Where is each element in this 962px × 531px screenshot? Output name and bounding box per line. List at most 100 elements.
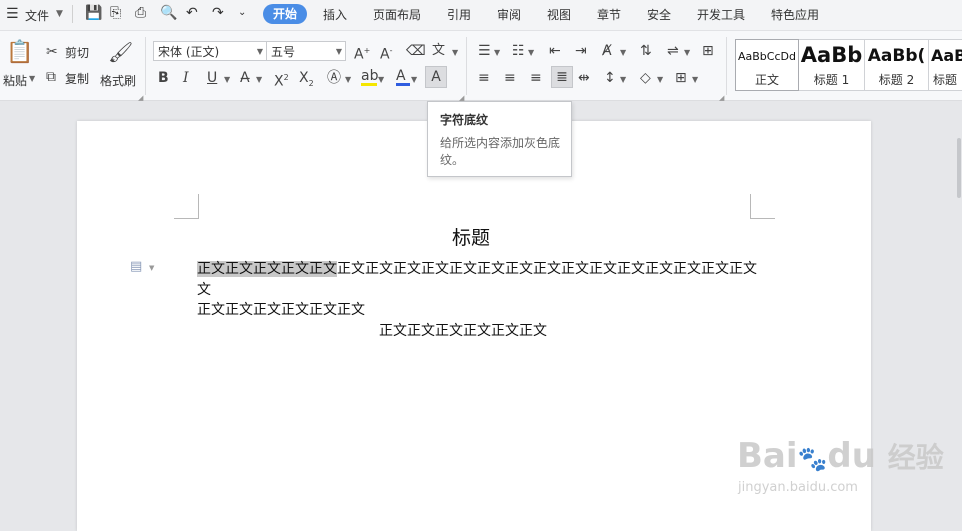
table-layout-icon[interactable]: ⊞ bbox=[702, 43, 714, 59]
distributed-align-icon[interactable]: ⇹ bbox=[578, 70, 590, 86]
align-right-icon[interactable]: ≡ bbox=[530, 70, 542, 86]
bold-icon[interactable]: B bbox=[158, 70, 169, 86]
style-heading-2[interactable]: AaBb( 标题 2 bbox=[865, 39, 929, 91]
sort-icon[interactable]: ⇅ bbox=[640, 43, 652, 59]
bullet-list-icon[interactable]: ☰ bbox=[478, 43, 491, 59]
font-color-chevron-icon[interactable]: ▼ bbox=[411, 72, 417, 88]
paste-icon[interactable]: 📋 bbox=[6, 41, 33, 65]
paragraph-layout-icon[interactable]: ▤ bbox=[130, 259, 142, 275]
hamburger-menu-icon[interactable]: ☰ bbox=[6, 6, 19, 22]
file-menu[interactable]: 文件 bbox=[25, 7, 49, 24]
export-icon[interactable]: ⎘ bbox=[110, 5, 121, 21]
ribbon: 📋 粘贴 ▼ ✂ 剪切 ⧉ 复制 🖌 格式刷 宋体 (正文) ▼ 五号 ▼ A+… bbox=[0, 31, 962, 102]
copy-icon[interactable]: ⧉ bbox=[46, 69, 56, 85]
paragraph-group-launcher-icon[interactable]: ◢ bbox=[719, 90, 724, 106]
clipboard-group-launcher-icon[interactable]: ◢ bbox=[138, 90, 143, 106]
font-color-icon[interactable]: A bbox=[396, 68, 406, 84]
style-normal-preview: AaBbCcDd bbox=[738, 50, 796, 63]
grow-font-icon[interactable]: A+ bbox=[354, 43, 370, 63]
strikethrough-chevron-icon[interactable]: ▼ bbox=[256, 72, 262, 88]
tab-insert[interactable]: 插入 bbox=[323, 6, 347, 23]
paragraph-3[interactable]: 正文正文正文正文正文正文 bbox=[379, 321, 547, 341]
tab-special-apps[interactable]: 特色应用 bbox=[771, 6, 819, 23]
show-hide-marks-icon[interactable]: ⇌ bbox=[667, 43, 679, 59]
margin-corner-top-left bbox=[174, 194, 199, 219]
shading-fill-chevron-icon[interactable]: ▼ bbox=[657, 72, 663, 88]
tab-review[interactable]: 审阅 bbox=[497, 6, 521, 23]
font-size-select[interactable]: 五号 ▼ bbox=[266, 41, 346, 61]
tab-chapter[interactable]: 章节 bbox=[597, 6, 621, 23]
text-effects-chevron-icon[interactable]: ▼ bbox=[345, 72, 351, 88]
superscript-icon[interactable]: X2 bbox=[274, 70, 289, 90]
numbered-list-icon[interactable]: ☷ bbox=[512, 43, 525, 59]
font-name-select[interactable]: 宋体 (正文) ▼ bbox=[153, 41, 267, 61]
vertical-scrollbar[interactable] bbox=[957, 138, 961, 198]
highlight-chevron-icon[interactable]: ▼ bbox=[378, 72, 384, 88]
font-color-bar bbox=[396, 83, 410, 86]
tooltip-title: 字符底纹 bbox=[440, 113, 489, 127]
style-title[interactable]: AaB 标题 bbox=[929, 39, 962, 91]
print-preview-icon[interactable]: 🔍 bbox=[160, 5, 177, 21]
align-center-icon[interactable]: ≡ bbox=[504, 70, 516, 86]
text-effects-icon[interactable]: Ⓐ bbox=[327, 70, 341, 86]
tab-page-layout[interactable]: 页面布局 bbox=[373, 6, 421, 23]
tab-developer-tools[interactable]: 开发工具 bbox=[697, 6, 745, 23]
tab-view[interactable]: 视图 bbox=[547, 6, 571, 23]
paragraph-layout-chevron-icon[interactable]: ▼ bbox=[149, 260, 154, 276]
tab-home[interactable]: 开始 bbox=[263, 4, 308, 24]
shading-fill-icon[interactable]: ◇ bbox=[640, 70, 651, 86]
copy-button[interactable]: 复制 bbox=[65, 70, 89, 87]
file-menu-chevron-icon[interactable]: ▼ bbox=[56, 9, 63, 19]
underline-chevron-icon[interactable]: ▼ bbox=[224, 72, 230, 88]
style-heading-1[interactable]: AaBb 标题 1 bbox=[799, 39, 865, 91]
align-left-icon[interactable]: ≡ bbox=[478, 70, 490, 86]
line-spacing-chevron-icon[interactable]: ▼ bbox=[620, 72, 626, 88]
save-icon[interactable]: 💾 bbox=[85, 5, 102, 21]
line-spacing-icon[interactable]: ↕ bbox=[604, 70, 616, 86]
customize-toolbar-icon[interactable]: ⌄ bbox=[238, 7, 246, 18]
underline-icon[interactable]: U bbox=[207, 70, 217, 86]
redo-icon[interactable]: ↷ bbox=[212, 5, 224, 21]
watermark-brand: Bai bbox=[737, 436, 798, 476]
shrink-font-icon[interactable]: A- bbox=[380, 43, 392, 63]
shaded-text[interactable]: 正文正文正文正文正文 bbox=[197, 261, 337, 277]
numbered-list-chevron-icon[interactable]: ▼ bbox=[528, 45, 534, 61]
paragraph-2[interactable]: 正文正文正文正文正文正文 bbox=[197, 300, 365, 320]
justify-button[interactable]: ≣ bbox=[551, 66, 573, 88]
tab-security[interactable]: 安全 bbox=[647, 6, 671, 23]
phonetic-guide-chevron-icon[interactable]: ▼ bbox=[452, 45, 458, 61]
tab-references[interactable]: 引用 bbox=[447, 6, 471, 23]
print-icon[interactable]: ⎙ bbox=[135, 5, 146, 21]
bullet-list-chevron-icon[interactable]: ▼ bbox=[494, 45, 500, 61]
borders-chevron-icon[interactable]: ▼ bbox=[692, 72, 698, 88]
format-painter-icon[interactable]: 🖌 bbox=[108, 41, 133, 63]
phonetic-guide-icon[interactable]: 文 bbox=[432, 43, 445, 59]
menu-bar: ☰ 文件 ▼ 💾 ⎘ ⎙ 🔍 ↶ ↷ ⌄ 开始 插入 页面布局 引用 审阅 视图… bbox=[0, 0, 962, 31]
scissors-icon[interactable]: ✂ bbox=[46, 44, 58, 60]
font-size-value: 五号 bbox=[271, 45, 296, 59]
highlight-icon[interactable]: ab bbox=[361, 68, 378, 84]
paragraph-1-text[interactable]: 正文正文正文正文正文正文正文正文正文正文正文正文正文正文正文 bbox=[337, 261, 757, 277]
undo-icon[interactable]: ↶ bbox=[186, 5, 198, 21]
paste-button[interactable]: 粘贴 bbox=[3, 72, 27, 89]
subscript-icon[interactable]: X2 bbox=[299, 70, 314, 92]
ribbon-divider bbox=[726, 37, 727, 95]
format-painter-button[interactable]: 格式刷 bbox=[100, 72, 136, 89]
show-hide-chevron-icon[interactable]: ▼ bbox=[684, 45, 690, 61]
paste-chevron-icon[interactable]: ▼ bbox=[29, 74, 35, 83]
chinese-layout-icon[interactable]: Ⱥ bbox=[602, 43, 612, 59]
paragraph-1[interactable]: 正文正文正文正文正文正文正文正文正文正文正文正文正文正文正文正文正文正文正文正文 bbox=[197, 259, 757, 279]
strikethrough-icon[interactable]: A̶ bbox=[240, 70, 250, 86]
decrease-indent-icon[interactable]: ⇤ bbox=[549, 43, 561, 59]
style-normal[interactable]: AaBbCcDd 正文 bbox=[735, 39, 799, 91]
chinese-layout-chevron-icon[interactable]: ▼ bbox=[620, 45, 626, 61]
increase-indent-icon[interactable]: ⇥ bbox=[575, 43, 587, 59]
borders-icon[interactable]: ⊞ bbox=[675, 70, 687, 86]
character-shading-button[interactable]: A bbox=[425, 66, 447, 88]
cut-button[interactable]: 剪切 bbox=[65, 44, 89, 61]
paragraph-1-wrap[interactable]: 文 bbox=[197, 280, 211, 300]
style-heading-1-preview: AaBb bbox=[800, 43, 863, 67]
italic-icon[interactable]: I bbox=[183, 70, 189, 86]
document-heading[interactable]: 标题 bbox=[452, 226, 490, 250]
clear-formatting-icon[interactable]: ⌫ bbox=[406, 43, 426, 59]
